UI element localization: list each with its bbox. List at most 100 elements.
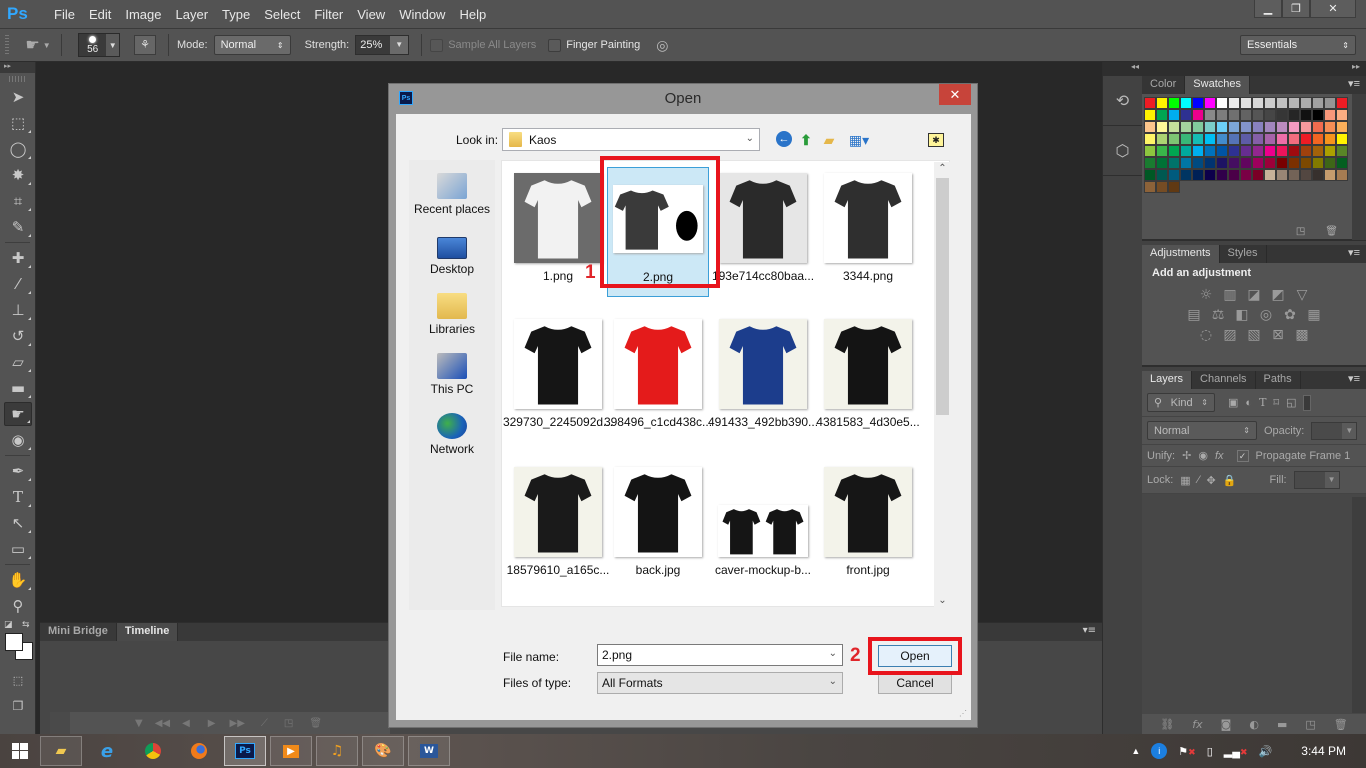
scrollbar[interactable] [1352,497,1366,713]
swatch[interactable] [1312,133,1324,145]
swatch[interactable] [1144,169,1156,181]
swatch[interactable] [1324,157,1336,169]
history-brush-tool[interactable]: ↺ [4,324,32,348]
mode-select[interactable]: Normal ⇕ [213,35,291,55]
swatch[interactable] [1276,169,1288,181]
foreground-color[interactable] [5,633,23,651]
swatch[interactable] [1252,157,1264,169]
clone-stamp-tool[interactable]: ⊥ [4,298,32,322]
resize-grip-icon[interactable]: ⋰ [959,709,967,718]
swatch[interactable] [1264,109,1276,121]
color-balance-icon[interactable]: ⚖ [1210,307,1226,323]
tab-timeline[interactable]: Timeline [116,623,179,641]
taskbar-music[interactable]: ♫ [316,736,358,766]
gradient-tool[interactable]: ▬ [4,376,32,400]
swatch[interactable] [1180,157,1192,169]
marquee-tool[interactable]: ⬚ [4,111,32,135]
swatch[interactable] [1168,181,1180,193]
zoom-tool[interactable]: ⚲ [4,594,32,618]
curves-icon[interactable]: ◪ [1246,287,1262,303]
fx-icon[interactable]: fx [1192,718,1202,731]
swatch[interactable] [1192,133,1204,145]
exposure-icon[interactable]: ◩ [1270,287,1286,303]
smart-object-filter-icon[interactable]: ◱ [1286,396,1296,409]
battery-icon[interactable]: ▯ [1207,745,1213,758]
swatch[interactable] [1168,145,1180,157]
lock-all-icon[interactable]: 🔒 [1223,474,1237,487]
black-white-icon[interactable]: ◧ [1234,307,1250,323]
dialog-title-bar[interactable]: Ps Open ✕ [389,84,977,112]
taskbar-photoshop[interactable]: Ps [224,736,266,766]
panel-menu-icon[interactable]: ▾≡ [1348,372,1360,385]
swatch[interactable] [1228,157,1240,169]
unify-visibility-icon[interactable]: ◉ [1198,449,1208,462]
new-folder-icon[interactable]: ▰ [820,131,838,149]
start-button[interactable] [0,734,40,768]
file-item[interactable]: 193e714cc80baa... [712,167,814,297]
fill-input[interactable]: ▼ [1293,471,1340,489]
swatch[interactable] [1300,109,1312,121]
opacity-input[interactable]: ▼ [1311,421,1358,440]
swatch[interactable] [1168,157,1180,169]
swatch[interactable] [1252,169,1264,181]
menu-image[interactable]: Image [118,7,168,22]
swatch[interactable] [1288,121,1300,133]
swatch[interactable] [1144,145,1156,157]
scroll-up-icon[interactable]: ⌃ [936,163,949,174]
dialog-close-button[interactable]: ✕ [939,84,971,105]
clock[interactable]: 3:44 PM [1301,744,1346,758]
swatch[interactable] [1192,97,1204,109]
scrollbar[interactable] [1352,94,1366,240]
swatch[interactable] [1336,145,1348,157]
swatch[interactable] [1324,145,1336,157]
gradient-map-icon[interactable]: ▩ [1294,327,1310,343]
swatch[interactable] [1324,121,1336,133]
chevron-down-icon[interactable]: ▼ [135,718,143,729]
trash-icon[interactable]: 🗑 [1325,226,1338,237]
history-panel-icon[interactable]: ⟲ [1103,76,1142,126]
threshold-icon[interactable]: ▧ [1246,327,1262,343]
swatch[interactable] [1336,157,1348,169]
swatch[interactable] [1276,145,1288,157]
levels-icon[interactable]: ▥ [1222,287,1238,303]
swatch[interactable] [1240,97,1252,109]
strength-input[interactable]: 25% ▼ [355,35,410,55]
file-item[interactable]: 398496_c1cd438c... [604,313,712,443]
prev-frame-icon[interactable]: ◀ [182,718,190,729]
collapse-icon[interactable]: ▸▸ [0,62,35,73]
swatch[interactable] [1324,109,1336,121]
vibrance-icon[interactable]: ▽ [1294,287,1310,303]
swatch[interactable] [1264,157,1276,169]
swatch[interactable] [1240,157,1252,169]
show-hidden-icons[interactable]: ▲ [1131,746,1140,756]
swatch[interactable] [1216,145,1228,157]
swatch[interactable] [1216,157,1228,169]
swatch[interactable] [1240,133,1252,145]
swatch[interactable] [1156,169,1168,181]
place-recent[interactable]: Recent places [409,160,495,220]
swatch[interactable] [1192,157,1204,169]
swatch[interactable] [1216,109,1228,121]
swatch[interactable] [1216,121,1228,133]
scroll-down-icon[interactable]: ⌄ [936,595,949,606]
swatch[interactable] [1168,121,1180,133]
menu-view[interactable]: View [350,7,392,22]
swatch[interactable] [1168,133,1180,145]
swatch[interactable] [1288,157,1300,169]
file-item[interactable]: caver-mockup-b... [712,461,814,591]
swatch[interactable] [1336,133,1348,145]
crop-tool[interactable]: ⌗ [4,189,32,213]
unify-style-icon[interactable]: fx [1215,450,1224,462]
color-lookup-icon[interactable]: ▦ [1306,307,1322,323]
swatch[interactable] [1168,109,1180,121]
swatch[interactable] [1204,145,1216,157]
healing-brush-tool[interactable]: ✚ [4,246,32,270]
swatch[interactable] [1252,109,1264,121]
swatch[interactable] [1144,157,1156,169]
tab-channels[interactable]: Channels [1192,371,1256,389]
posterize-icon[interactable]: ▨ [1222,327,1238,343]
taskbar-internet-explorer[interactable]: e [86,736,128,766]
swatch[interactable] [1252,133,1264,145]
lasso-tool[interactable]: ◯ [4,137,32,161]
file-list-scrollbar[interactable]: ⌃ ⌄ [934,162,950,607]
